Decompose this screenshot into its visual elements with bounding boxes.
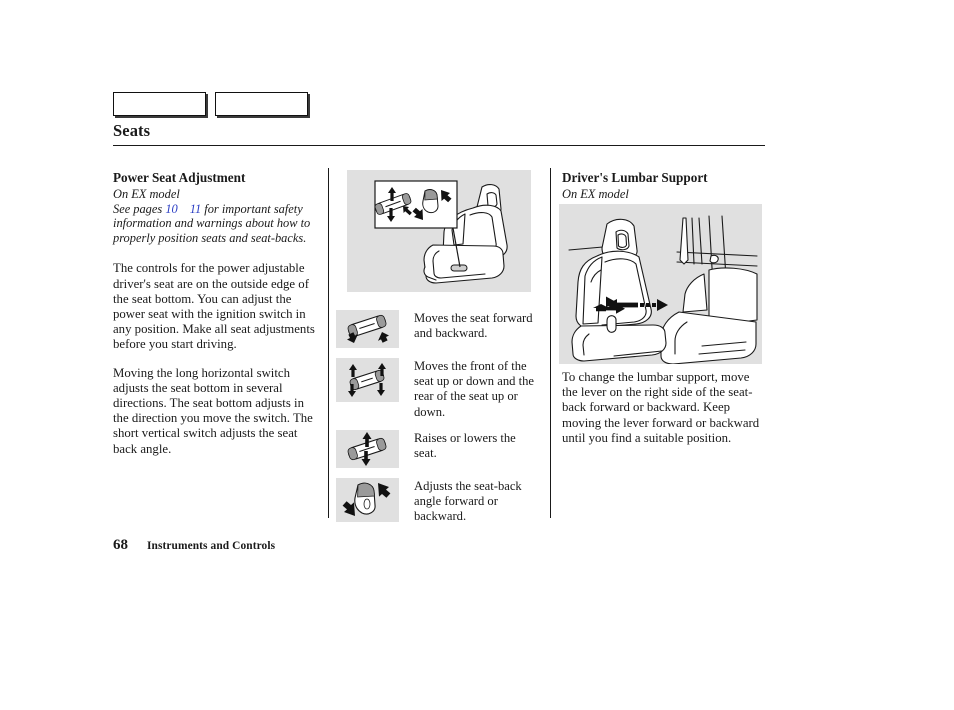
column-divider-left bbox=[328, 168, 329, 518]
title-rule bbox=[113, 145, 765, 146]
vertical-switch-recline-icon bbox=[336, 477, 399, 522]
lumbar-support-subtitle: On EX model bbox=[562, 187, 629, 201]
left-column: Power Seat Adjustment On EX model See pa… bbox=[113, 170, 319, 457]
recline-switch-svg bbox=[342, 482, 391, 516]
horizontal-switch-tilt-icon bbox=[336, 358, 399, 402]
right-column: Driver's Lumbar Support On EX model bbox=[562, 170, 766, 202]
raise-lower-switch-svg bbox=[347, 431, 387, 466]
manual-page: Seats Power Seat Adjustment On EX model … bbox=[0, 0, 954, 710]
column-divider-right bbox=[550, 168, 551, 518]
power-seat-switch-location-illustration bbox=[347, 170, 531, 292]
header-tab-1[interactable] bbox=[113, 92, 206, 116]
switch-row-4: Adjusts the seat-back angle forward or b… bbox=[336, 477, 541, 525]
cross-reference-prefix: See pages bbox=[113, 201, 163, 216]
switch-description-3: Raises or lowers the seat. bbox=[414, 430, 516, 461]
front-back-switch-svg bbox=[347, 314, 389, 343]
footer-page-number: 68 bbox=[113, 537, 128, 553]
cross-reference-note: See pages 10 11 for important safety info… bbox=[113, 202, 319, 246]
left-paragraph-2: Moving the long horizontal switch adjust… bbox=[113, 365, 313, 456]
switch-row-2: Moves the front of the seat up or down a… bbox=[336, 358, 541, 420]
lumbar-seat-diagram-svg bbox=[568, 215, 758, 364]
tilt-switch-svg bbox=[348, 363, 386, 397]
page-title: Seats bbox=[113, 121, 151, 140]
page-footer: 68 Instruments and Controls bbox=[113, 537, 275, 554]
lumbar-support-heading: Driver's Lumbar Support bbox=[562, 170, 708, 185]
page-link-10[interactable]: 10 bbox=[165, 202, 177, 216]
switch-row-1: Moves the seat forward and backward. bbox=[336, 310, 541, 348]
right-paragraph-1: To change the lumbar support, move the l… bbox=[562, 370, 760, 445]
switch-description-4: Adjusts the seat-back angle forward or b… bbox=[414, 478, 522, 524]
horizontal-switch-front-back-icon bbox=[336, 310, 399, 348]
power-seat-adjustment-heading: Power Seat Adjustment bbox=[113, 170, 246, 185]
switch-row-3: Raises or lowers the seat. bbox=[336, 429, 541, 468]
horizontal-switch-raise-lower-icon bbox=[336, 429, 399, 468]
lumbar-support-lever-illustration bbox=[559, 204, 762, 364]
footer-section-label: Instruments and Controls bbox=[147, 540, 276, 552]
right-column-body: To change the lumbar support, move the l… bbox=[562, 370, 766, 446]
switch-description-1: Moves the seat forward and backward. bbox=[414, 311, 533, 341]
header-tab-2[interactable] bbox=[215, 92, 308, 116]
switch-description-2: Moves the front of the seat up or down a… bbox=[414, 359, 534, 419]
page-link-11[interactable]: 11 bbox=[190, 202, 201, 216]
seat-switch-diagram-svg bbox=[374, 180, 508, 284]
left-paragraph-1: The controls for the power adjustable dr… bbox=[113, 261, 315, 352]
switch-description-table: Moves the seat forward and backward. Mov… bbox=[336, 310, 541, 534]
header-tab-row bbox=[113, 92, 308, 116]
power-seat-adjustment-subtitle: On EX model bbox=[113, 187, 180, 201]
